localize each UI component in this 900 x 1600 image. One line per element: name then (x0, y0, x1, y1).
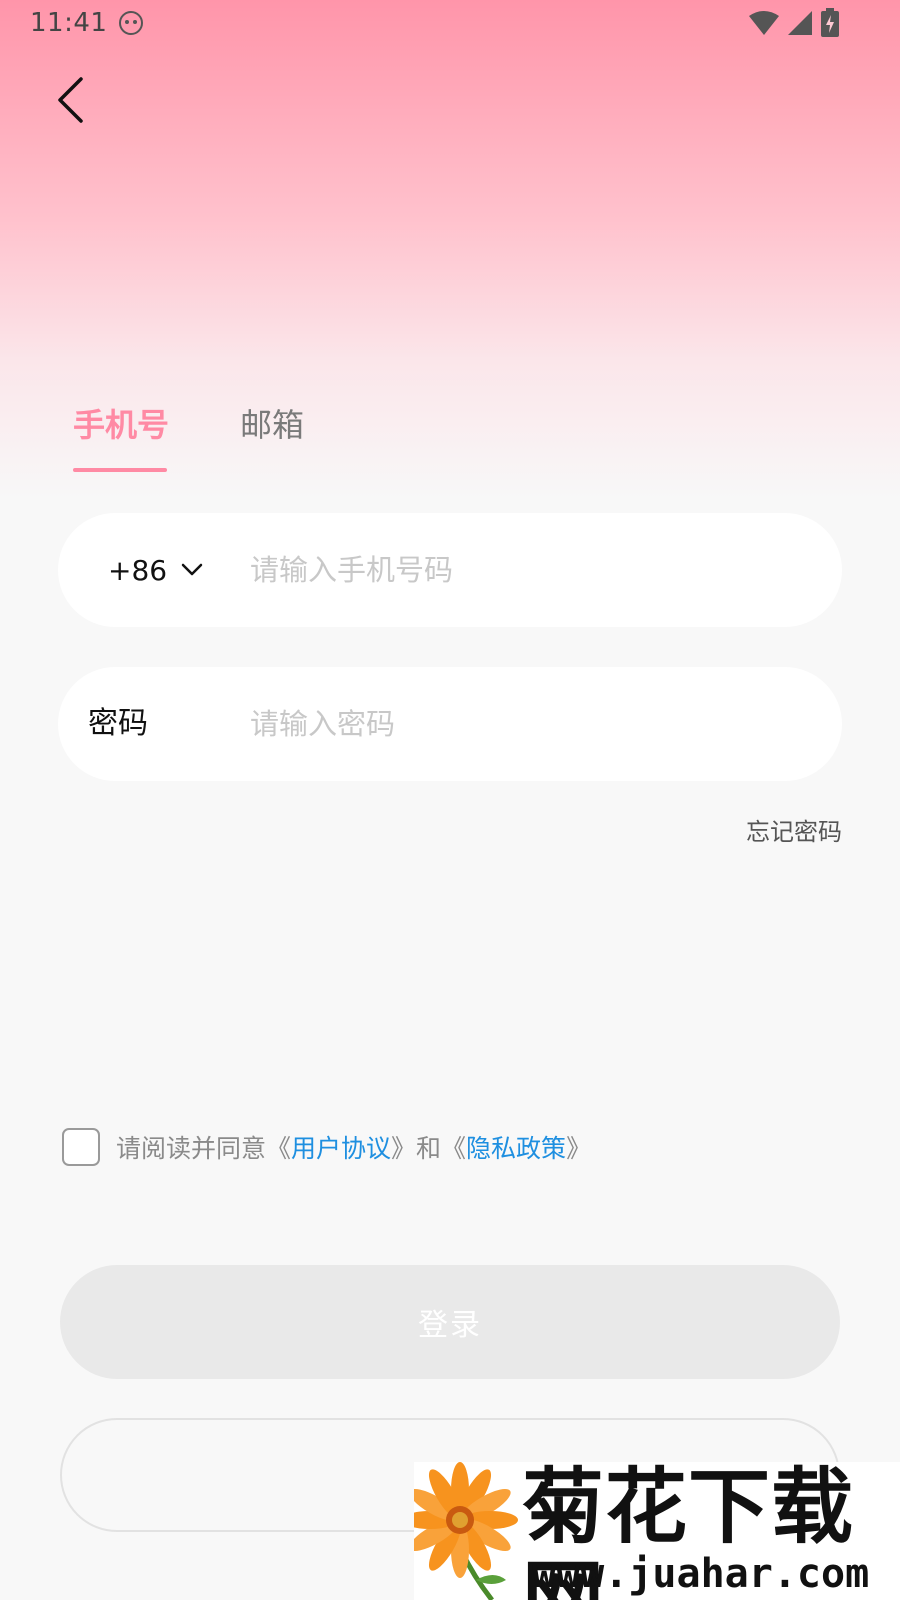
password-label: 密码 (88, 706, 148, 741)
wifi-icon (749, 11, 779, 35)
flower-logo-icon (414, 1462, 518, 1600)
status-time: 11:41 (30, 8, 108, 38)
chevron-down-icon (181, 563, 203, 576)
forgot-password-link[interactable]: 忘记密码 (746, 812, 842, 847)
watermark-url: www.juahar.com (532, 1551, 870, 1597)
status-icons (748, 8, 840, 38)
signal-icon (788, 11, 812, 35)
user-agreement-link[interactable]: 用户协议 (291, 1134, 391, 1163)
agreement-prefix: 请阅读并同意《 (116, 1134, 292, 1163)
battery-charging-icon (821, 8, 839, 37)
agreement-row: 请阅读并同意《用户协议》和《隐私政策》 (62, 1128, 591, 1166)
password-input[interactable] (250, 694, 810, 754)
password-input-row: 密码 (58, 667, 842, 781)
country-code-value: +86 (108, 553, 168, 587)
agreement-text: 请阅读并同意《用户协议》和《隐私政策》 (116, 1129, 591, 1165)
active-tab-indicator (73, 468, 167, 472)
agreement-suffix: 》 (566, 1134, 592, 1163)
country-code-select[interactable]: +86 (108, 513, 203, 627)
login-screen: 11:41 手机号 邮箱 +86 请输入手机号码 密码 忘记密码 请阅读并同意《… (0, 0, 900, 1600)
agreement-checkbox[interactable] (62, 1128, 100, 1166)
agreement-middle: 》和《 (391, 1134, 467, 1163)
privacy-policy-link[interactable]: 隐私政策 (466, 1134, 566, 1163)
tab-email[interactable]: 邮箱 (240, 400, 304, 446)
watermark: 菊花下载网 www.juahar.com (414, 1462, 900, 1600)
login-button[interactable]: 登录 (60, 1265, 840, 1379)
phone-input[interactable] (250, 540, 810, 600)
phone-input-row: +86 (58, 513, 842, 627)
back-button[interactable] (40, 70, 100, 130)
chevron-left-icon (58, 77, 83, 123)
tab-phone[interactable]: 手机号 (73, 400, 169, 446)
status-bar: 11:41 (0, 0, 900, 46)
app-notification-icon (119, 11, 144, 35)
